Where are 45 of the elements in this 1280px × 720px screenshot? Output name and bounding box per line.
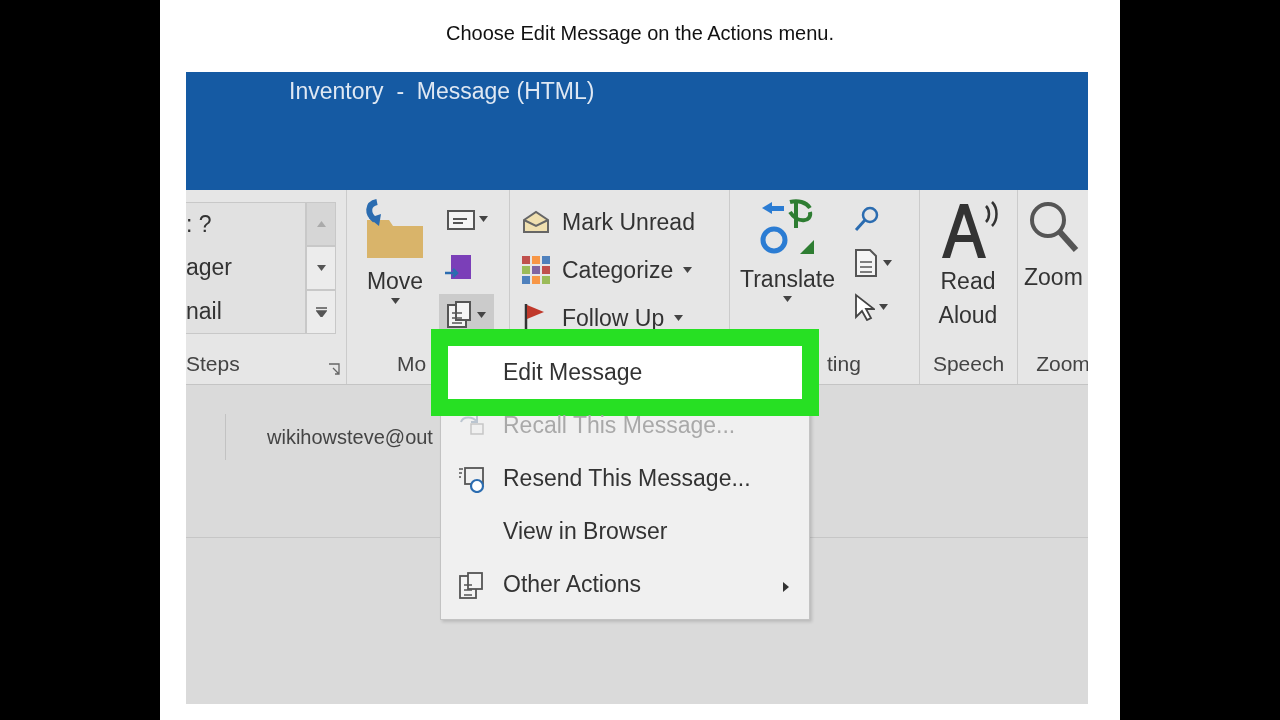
- cursor-icon: [853, 293, 876, 321]
- gallery-item[interactable]: nail: [186, 297, 305, 325]
- notebook-icon: [445, 253, 473, 281]
- read-aloud-button[interactable]: Read Aloud: [920, 198, 1016, 332]
- submenu-arrow-icon: [783, 582, 789, 592]
- zoom-button[interactable]: Zoom: [1018, 198, 1088, 294]
- resend-icon: [457, 464, 485, 493]
- group-label: Steps: [186, 352, 240, 377]
- group-label: Zoom: [1036, 352, 1088, 377]
- document-icon: [853, 248, 880, 278]
- color-grid-icon: [520, 254, 552, 286]
- caret-icon: [883, 260, 893, 266]
- gallery-item[interactable]: : ?: [186, 211, 305, 239]
- group-label: Speech: [932, 352, 1005, 377]
- menu-item[interactable]: Resend This Message...: [441, 452, 809, 505]
- menu-item[interactable]: View in Browser: [441, 505, 809, 558]
- caret-icon: [674, 315, 684, 321]
- up-arrow-icon: [316, 221, 326, 227]
- caret-icon: [783, 296, 792, 302]
- ribbon-button[interactable]: Mark Unread: [510, 198, 705, 246]
- gallery-item[interactable]: ager: [186, 254, 305, 282]
- menu-item[interactable]: Other Actions: [441, 558, 809, 611]
- more-icon: [315, 307, 327, 317]
- caret-icon: [479, 216, 488, 222]
- slide-caption: Choose Edit Message on the Actions menu.: [446, 21, 834, 46]
- group-label: Mo: [397, 352, 427, 377]
- sender-address: wikihowsteve@out: [267, 425, 433, 449]
- caret-icon: [683, 267, 693, 273]
- down-arrow-icon: [316, 265, 326, 271]
- caret-icon: [879, 304, 889, 310]
- quick-steps-gallery[interactable]: : ? ager nail: [186, 202, 306, 334]
- envelope-icon: [445, 207, 475, 231]
- more-button[interactable]: [306, 290, 336, 334]
- caret-icon: [390, 298, 400, 304]
- translate-button[interactable]: Translate: [734, 198, 842, 302]
- menu-item[interactable]: Edit Message: [431, 329, 819, 416]
- dialog-launcher-icon[interactable]: [328, 363, 340, 376]
- clipboard-icon: [445, 301, 473, 329]
- ribbon-button[interactable]: Categorize: [510, 246, 705, 294]
- group-label: ting: [827, 352, 861, 377]
- scroll-down-button[interactable]: [306, 246, 336, 290]
- clipboard-icon: [457, 570, 485, 599]
- caret-icon: [477, 312, 486, 318]
- move-button[interactable]: Move: [357, 198, 433, 304]
- window-title: Inventory - Message (HTML): [289, 78, 595, 105]
